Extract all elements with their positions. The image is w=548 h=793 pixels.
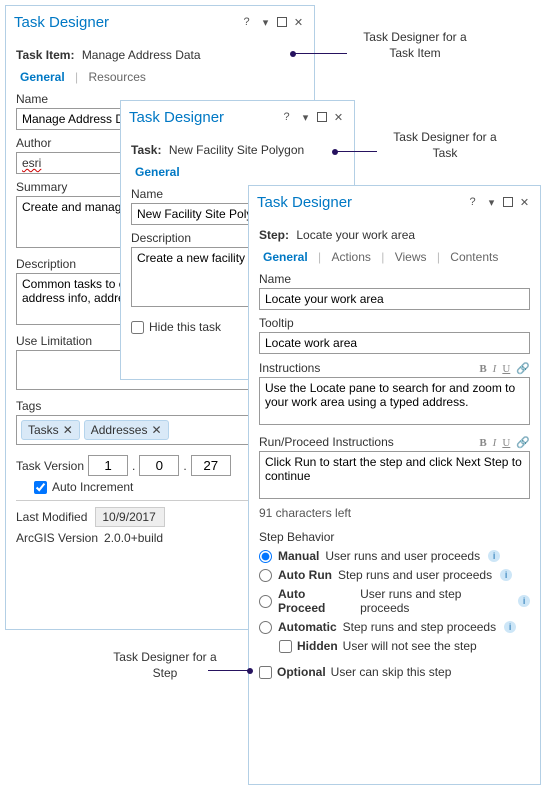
name-label: Name [259,272,530,286]
version-major-input[interactable] [88,455,128,476]
close-icon[interactable]: ✕ [331,110,346,125]
behavior-automatic-label: Automatic [278,620,337,634]
link-icon[interactable]: 🔗 [516,362,530,375]
maximize-icon[interactable] [277,17,287,27]
pane2-heading-value: New Facility Site Polygon [169,143,304,157]
info-icon[interactable]: i [488,550,500,562]
version-minor-input[interactable] [139,455,179,476]
link-icon[interactable]: 🔗 [516,436,530,449]
run-proceed-input[interactable] [259,451,530,499]
optional-label: Optional [277,665,326,679]
tag-remove-icon[interactable]: ✕ [63,423,73,437]
italic-icon[interactable]: I [493,437,497,449]
pane1-heading-label: Task Item: [16,48,74,62]
underline-icon[interactable]: U [502,437,510,449]
run-proceed-label: Run/Proceed Instructions [259,435,479,449]
behavior-autoproceed-desc: User runs and step proceeds [360,587,510,615]
hide-task-label: Hide this task [149,320,221,334]
optional-desc: User can skip this step [331,665,452,679]
tooltip-input[interactable] [259,332,530,354]
dropdown-icon[interactable]: ▾ [484,195,499,210]
name-input[interactable] [259,288,530,310]
hidden-desc: User will not see the step [343,639,477,653]
annotation-step: Task Designer for aStep [100,650,230,681]
pane2-title: Task Designer [129,109,279,126]
tag-remove-icon[interactable]: ✕ [151,423,161,437]
tab-general[interactable]: General [259,248,312,266]
task-version-label: Task Version [16,459,84,473]
maximize-icon[interactable] [503,197,513,207]
behavior-autoproceed-radio[interactable] [259,595,272,608]
auto-increment-checkbox[interactable] [34,481,47,494]
behavior-autorun-desc: Step runs and user proceeds [338,568,492,582]
tab-contents[interactable]: Contents [446,248,502,266]
last-modified-label: Last Modified [16,510,87,524]
close-icon[interactable]: ✕ [291,15,306,30]
hidden-checkbox[interactable] [279,640,292,653]
pane1-heading-value: Manage Address Data [82,48,201,62]
tab-sep: | [72,70,81,84]
annotation-task: Task Designer for aTask [380,130,510,161]
tab-general[interactable]: General [131,163,184,181]
auto-increment-label: Auto Increment [52,480,133,494]
behavior-label: Step Behavior [259,530,530,544]
italic-icon[interactable]: I [493,363,497,375]
behavior-automatic-radio[interactable] [259,621,272,634]
close-icon[interactable]: ✕ [517,195,532,210]
behavior-manual-desc: User runs and user proceeds [325,549,480,563]
hidden-label: Hidden [297,639,338,653]
underline-icon[interactable]: U [502,363,510,375]
pane2-heading-label: Task: [131,143,161,157]
info-icon[interactable]: i [518,595,530,607]
maximize-icon[interactable] [317,112,327,122]
instructions-label: Instructions [259,361,479,375]
behavior-manual-radio[interactable] [259,550,272,563]
dropdown-icon[interactable]: ▾ [258,15,273,30]
behavior-manual-label: Manual [278,549,319,563]
pane3-heading-label: Step: [259,228,289,242]
arcgis-version-value: 2.0.0+build [104,531,163,545]
tab-views[interactable]: Views [391,248,431,266]
pane3-heading-value: Locate your work area [296,228,415,242]
help-icon[interactable]: ? [239,15,254,30]
tag-item[interactable]: Tasks✕ [21,420,80,440]
info-icon[interactable]: i [504,621,516,633]
behavior-automatic-desc: Step runs and step proceeds [343,620,496,634]
arcgis-version-label: ArcGIS Version [16,531,98,545]
bold-icon[interactable]: B [479,437,486,449]
chars-left: 91 characters left [259,506,530,520]
hide-task-checkbox[interactable] [131,321,144,334]
tab-general[interactable]: General [16,68,69,86]
last-modified-value: 10/9/2017 [95,507,165,527]
annotation-task-item: Task Designer for aTask Item [350,30,480,61]
optional-checkbox[interactable] [259,666,272,679]
pane1-title: Task Designer [14,14,239,31]
tab-resources[interactable]: Resources [85,68,150,86]
tag-item[interactable]: Addresses✕ [84,420,169,440]
version-patch-input[interactable] [191,455,231,476]
tooltip-label: Tooltip [259,316,530,330]
dropdown-icon[interactable]: ▾ [298,110,313,125]
behavior-autorun-radio[interactable] [259,569,272,582]
help-icon[interactable]: ? [279,110,294,125]
instructions-input[interactable] [259,377,530,425]
bold-icon[interactable]: B [479,363,486,375]
tab-actions[interactable]: Actions [328,248,375,266]
behavior-autoproceed-label: Auto Proceed [278,587,354,615]
info-icon[interactable]: i [500,569,512,581]
pane3-title: Task Designer [257,194,465,211]
help-icon[interactable]: ? [465,195,480,210]
behavior-autorun-label: Auto Run [278,568,332,582]
